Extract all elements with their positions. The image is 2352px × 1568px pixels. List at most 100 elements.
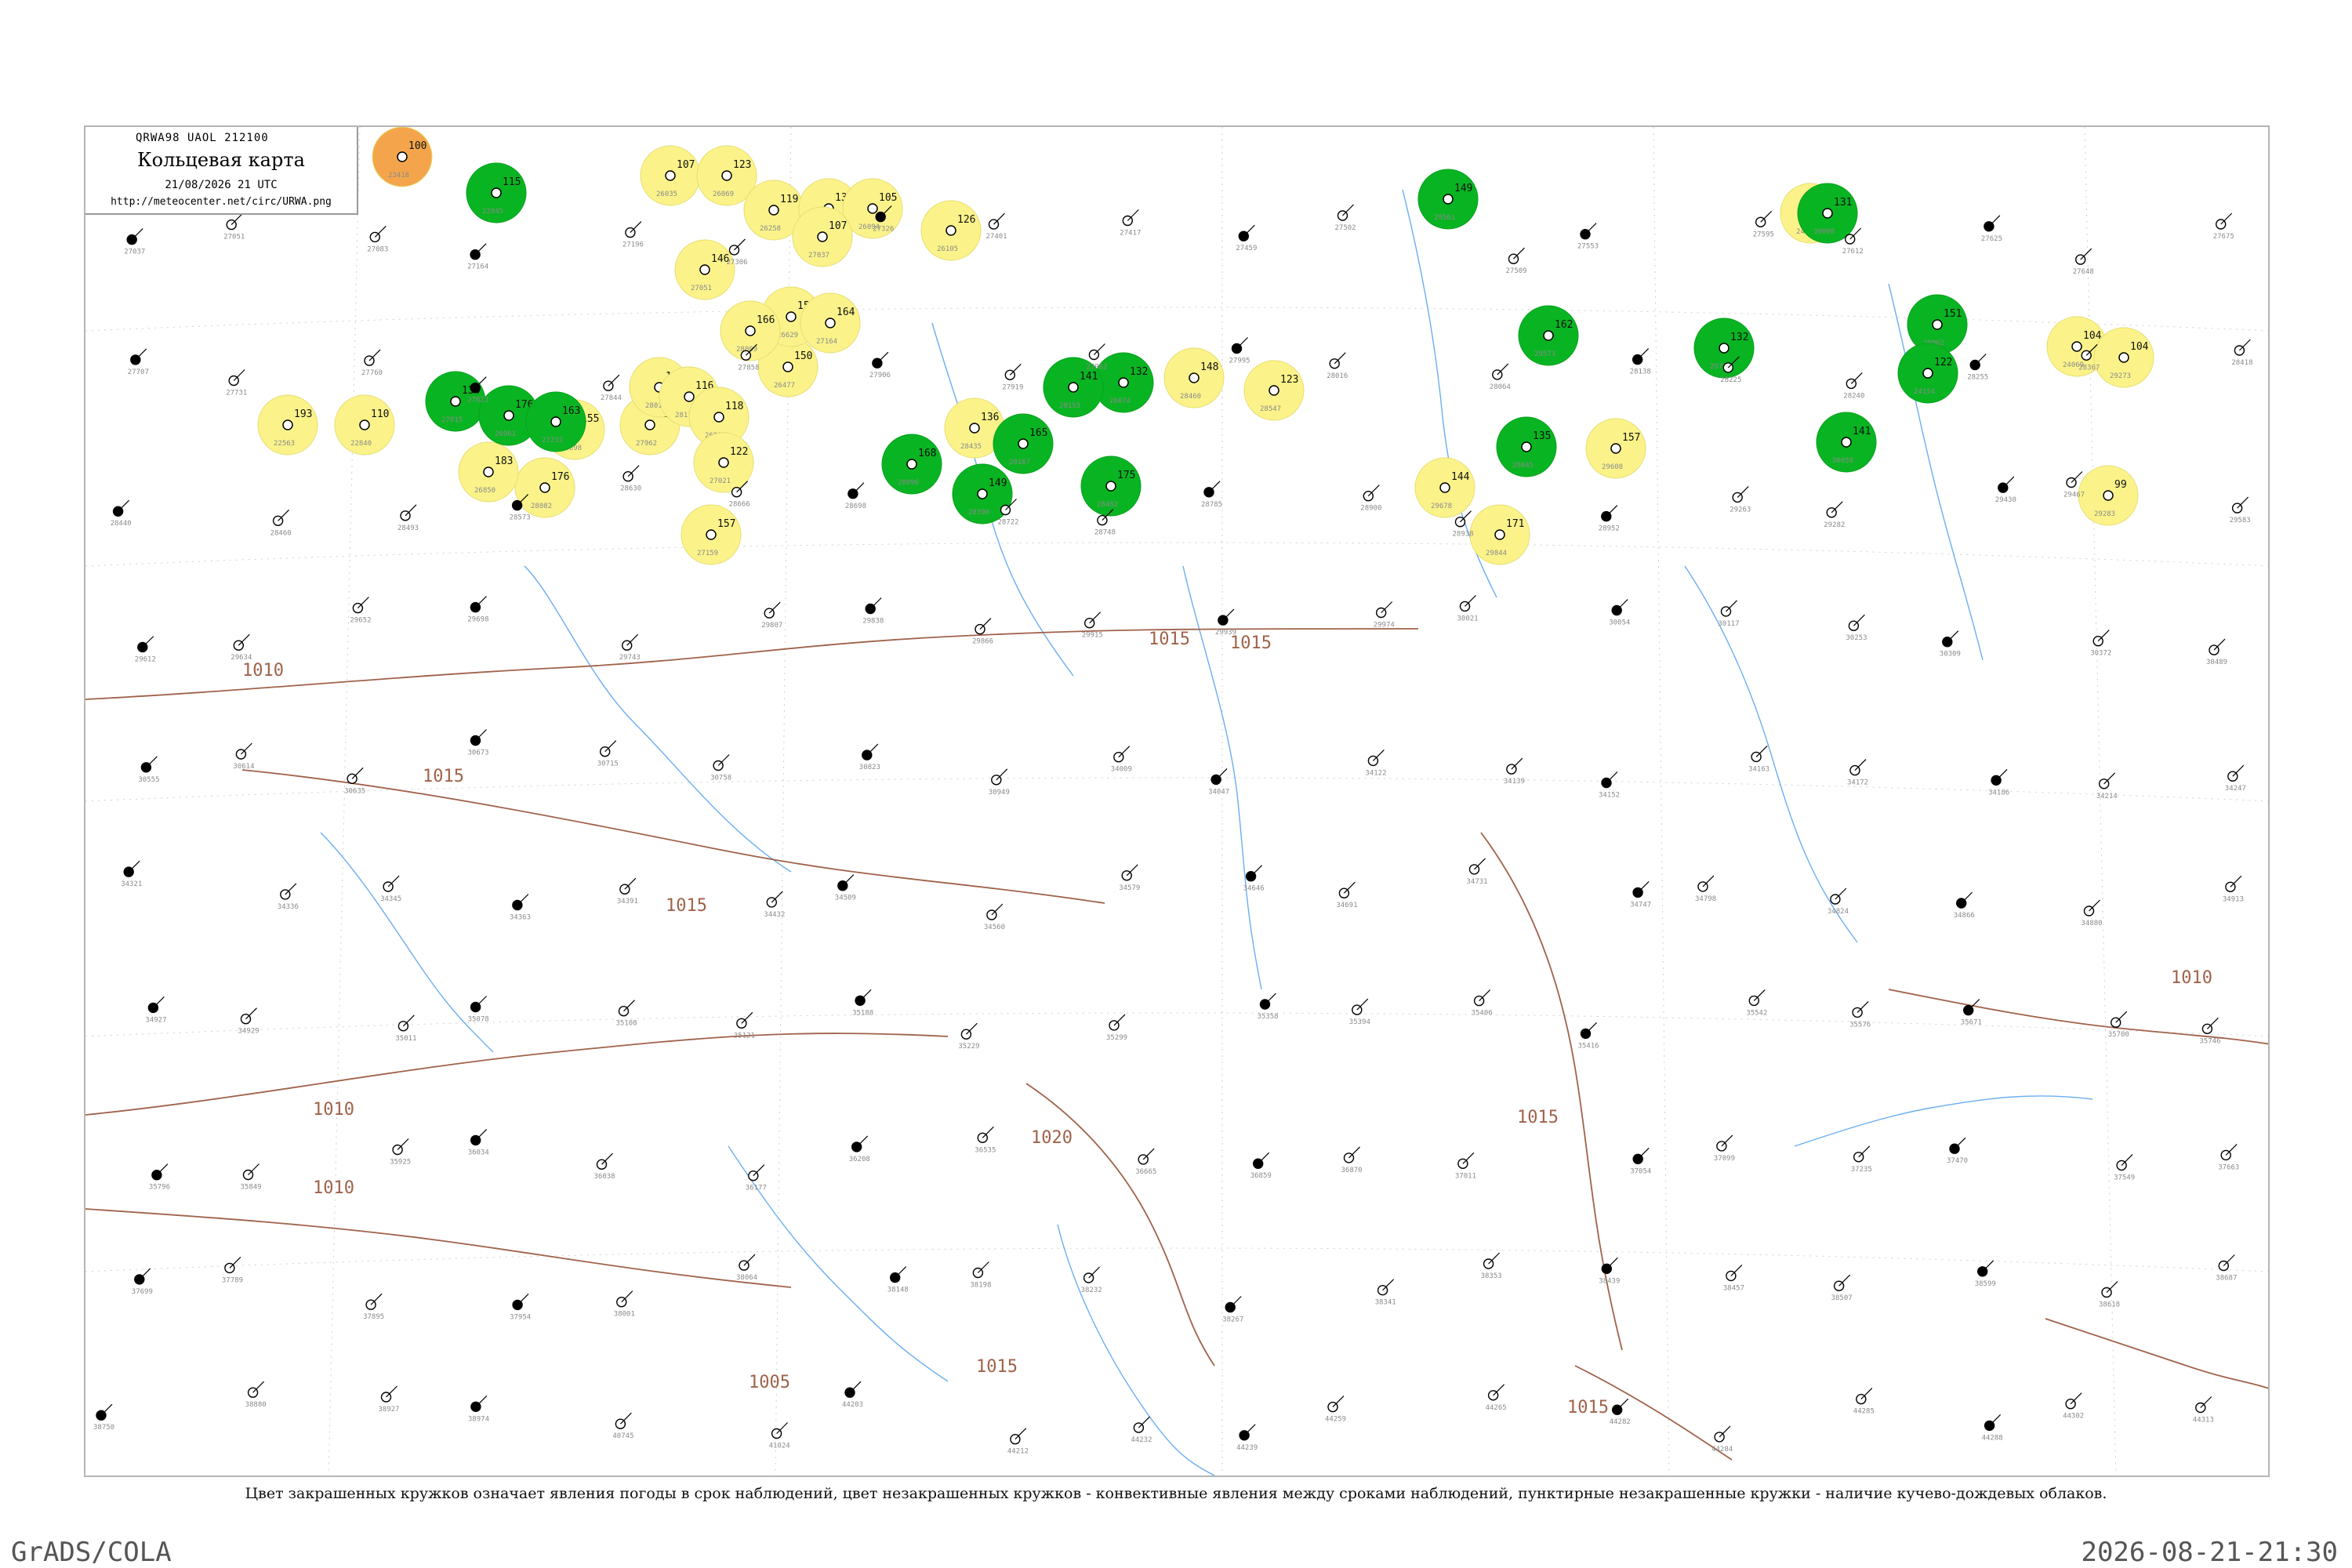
station: 28440 xyxy=(111,499,132,528)
station: 38750 xyxy=(93,1403,114,1432)
station: 37789 xyxy=(222,1256,243,1284)
footer-timestamp: 2026-08-21-21:30 xyxy=(2081,1537,2338,1568)
station: 29698 xyxy=(467,596,488,624)
station-id: 44313 xyxy=(2193,1417,2214,1425)
station-id: 34009 xyxy=(1111,766,1132,774)
wind-barb xyxy=(1014,1428,1027,1440)
station-id: 38974 xyxy=(468,1415,489,1423)
station-id: 37011 xyxy=(1455,1172,1476,1180)
station-id: 35542 xyxy=(1746,1009,1767,1017)
wind-barb xyxy=(152,996,165,1008)
station-id: 36208 xyxy=(849,1156,870,1163)
station-id: 29263 xyxy=(1730,506,1751,514)
wind-barb xyxy=(2070,1392,2082,1405)
station-id: 30949 xyxy=(989,789,1010,797)
wind-barb xyxy=(2230,875,2242,887)
station-id: 29652 xyxy=(350,617,371,625)
wind-barb xyxy=(1637,1147,1650,1160)
wind-barb xyxy=(1343,881,1356,894)
station-id: 28167 xyxy=(1009,459,1030,466)
station-id: 34363 xyxy=(510,914,531,922)
station-id: 27164 xyxy=(467,263,488,271)
station-id: 44265 xyxy=(1486,1404,1507,1412)
station: 44313 xyxy=(2193,1396,2214,1425)
station-marker xyxy=(946,225,956,236)
isobar-label: 1015 xyxy=(1149,630,1190,649)
station: 34336 xyxy=(278,883,299,911)
station-marker xyxy=(969,423,980,434)
station-id: 29844 xyxy=(1486,550,1507,557)
wind-barb xyxy=(1465,594,1476,607)
wind-barb xyxy=(2115,1011,2128,1023)
weather-circle: 135 29645 xyxy=(1496,416,1557,477)
station-id: 34172 xyxy=(1847,779,1868,787)
station-pressure: 100 xyxy=(408,140,426,152)
wind-barb xyxy=(1356,998,1369,1011)
station-id: 28952 xyxy=(1599,525,1620,533)
wind-barb xyxy=(100,1403,113,1416)
station-id: 30635 xyxy=(344,787,365,795)
station-id: 38198 xyxy=(970,1282,991,1290)
station-marker xyxy=(2118,352,2129,363)
station-pressure: 141 xyxy=(1853,426,1871,437)
station-id: 27612 xyxy=(1842,248,1864,256)
station-marker xyxy=(825,318,836,328)
wind-barb xyxy=(842,874,855,887)
station-id: 35299 xyxy=(1106,1034,1127,1042)
weather-circle: 171 29844 xyxy=(1469,504,1530,565)
station-id: 27675 xyxy=(2213,233,2234,241)
wind-barb xyxy=(351,767,364,779)
station-marker xyxy=(1189,372,1200,383)
station-pressure: 165 xyxy=(1029,427,1047,439)
wind-barb xyxy=(118,499,130,512)
station-id: 29467 xyxy=(2063,492,2085,499)
station-id: 30021 xyxy=(1457,615,1479,622)
station: 30673 xyxy=(468,729,489,757)
station-pressure: 162 xyxy=(1555,319,1573,331)
wind-barb xyxy=(1127,209,1139,221)
wind-barb xyxy=(2206,1017,2219,1029)
wind-barb xyxy=(717,754,730,766)
station-id: 34927 xyxy=(145,1016,166,1024)
wind-barb xyxy=(368,349,381,361)
station-id: 38507 xyxy=(1831,1294,1853,1302)
station: 30715 xyxy=(597,740,619,768)
station-pressure: 149 xyxy=(1454,183,1472,194)
station-marker xyxy=(1719,343,1730,354)
wind-barb xyxy=(1009,363,1022,376)
station-pressure: 99 xyxy=(2114,479,2127,491)
station-id: 26074 xyxy=(1109,397,1131,405)
station: 44265 xyxy=(1486,1384,1507,1412)
station: 34731 xyxy=(1467,858,1488,886)
station: 34866 xyxy=(1954,891,1975,920)
station: 27919 xyxy=(1002,363,1023,391)
station-marker xyxy=(786,311,797,322)
wind-barb xyxy=(1513,247,1525,260)
station: 30021 xyxy=(1457,594,1479,622)
station-id: 35394 xyxy=(1349,1018,1370,1026)
wind-barb xyxy=(1854,759,1867,771)
station-id: 28938 xyxy=(1453,531,1474,539)
station-id: 29608 xyxy=(1602,463,1623,471)
station-id: 29561 xyxy=(1434,214,1455,222)
weather-circle: 110 22840 xyxy=(334,394,395,456)
wind-barb xyxy=(245,1007,257,1020)
station: 29263 xyxy=(1730,485,1751,514)
station-id: 22563 xyxy=(274,440,295,448)
station-id: 29807 xyxy=(761,622,782,630)
station-id: 34866 xyxy=(1954,912,1975,920)
wind-barb xyxy=(1947,630,1959,643)
weather-circle: 163 27232 xyxy=(525,391,586,452)
wind-barb xyxy=(370,1293,383,1305)
station-id: 26477 xyxy=(774,382,795,390)
station: 27731 xyxy=(226,369,247,397)
wind-barb xyxy=(619,1412,632,1425)
wind-barb xyxy=(1258,1152,1270,1164)
station: 34214 xyxy=(2096,772,2118,800)
station-pressure: 193 xyxy=(294,408,312,420)
station-id: 35121 xyxy=(734,1032,755,1040)
station-id: 38457 xyxy=(1723,1284,1744,1292)
station-id: 29866 xyxy=(972,638,993,646)
station-id: 28748 xyxy=(1094,529,1116,537)
wind-barb xyxy=(131,228,143,241)
